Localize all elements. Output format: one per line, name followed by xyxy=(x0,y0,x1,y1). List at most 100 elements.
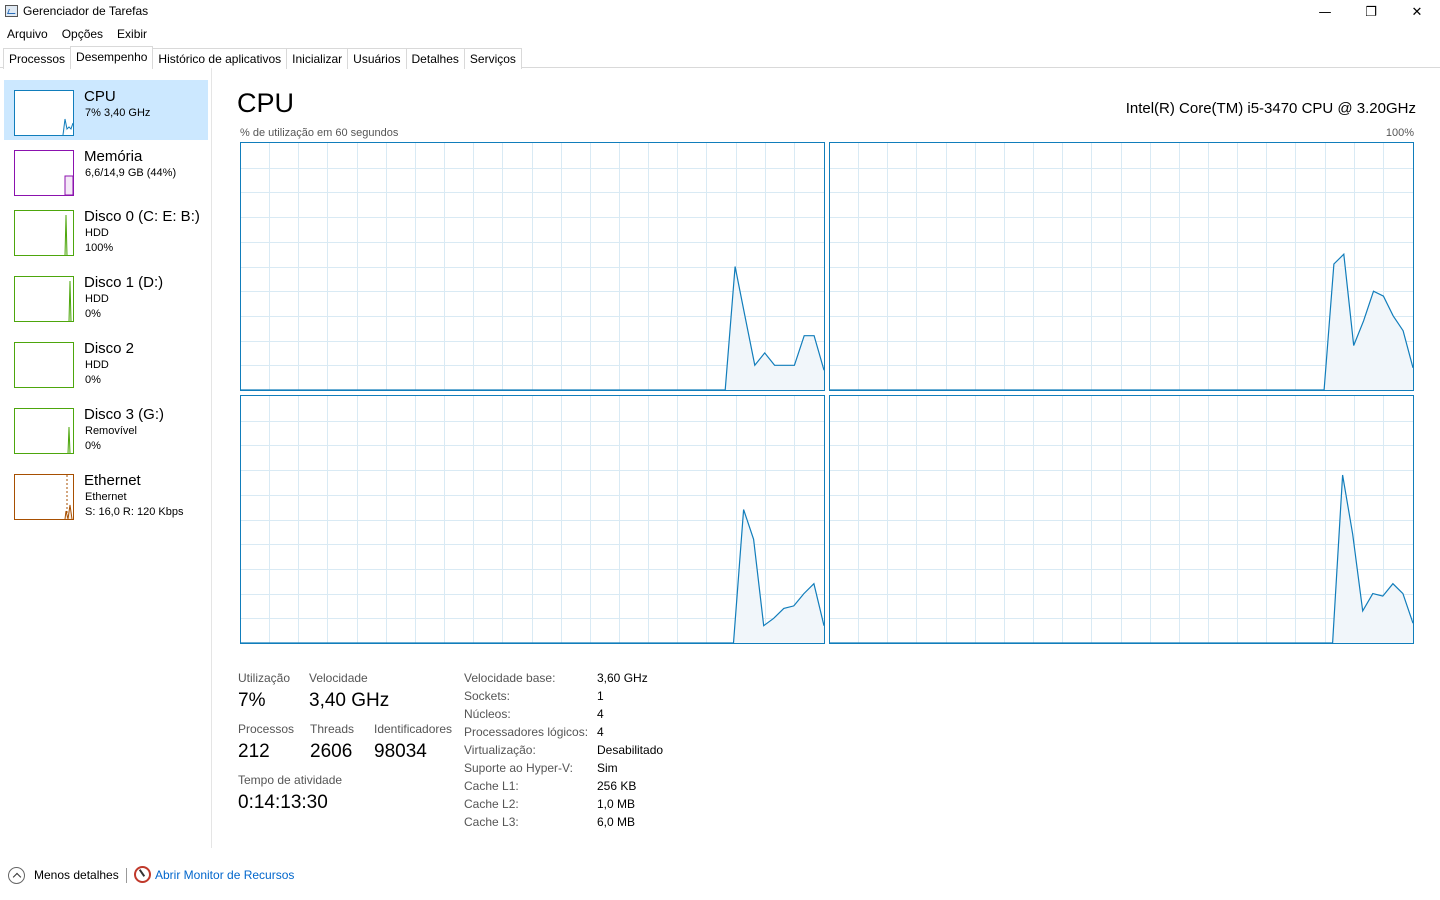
core-graph-svg xyxy=(830,143,1413,390)
open-resource-monitor-link[interactable]: Abrir Monitor de Recursos xyxy=(155,868,294,882)
info-label: Virtualização: xyxy=(464,743,536,757)
speed-label: Velocidade xyxy=(309,671,368,685)
handles-value: 98034 xyxy=(374,741,427,762)
info-label: Suporte ao Hyper-V: xyxy=(464,761,573,775)
memory-thumbnail xyxy=(14,150,74,196)
sidebar-item-detail: 7% 3,40 GHz xyxy=(85,107,151,119)
info-value: 6,0 MB xyxy=(597,815,636,829)
sidebar-item-disco-0[interactable]: Disco 0 (C: E: B:) HDD 100% xyxy=(4,200,208,260)
disk-thumbnail xyxy=(14,342,74,388)
uptime-label: Tempo de atividade xyxy=(238,773,343,787)
tab-bar: Processos Desempenho Histórico de aplica… xyxy=(3,46,522,69)
footer-divider xyxy=(126,868,127,883)
title-bar: Gerenciador de Tarefas — ❐ ✕ xyxy=(0,0,1440,24)
resource-sidebar: CPU 7% 3,40 GHz Memória 6,6/14,9 GB (44%… xyxy=(0,68,212,848)
footer: Menos detalhes Abrir Monitor de Recursos xyxy=(0,860,1440,890)
sidebar-item-detail-2: 0% xyxy=(85,440,101,452)
info-value: 256 KB xyxy=(597,779,637,793)
chevron-up-icon[interactable] xyxy=(8,867,25,884)
core-graph-svg xyxy=(241,143,824,390)
core-graph-svg xyxy=(241,396,824,643)
core-graph-1 xyxy=(829,142,1414,391)
info-value: Desabilitado xyxy=(597,743,664,757)
sidebar-item-detail-2: 0% xyxy=(85,308,101,320)
core-graph-3 xyxy=(829,395,1414,644)
info-label: Cache L1: xyxy=(464,779,519,793)
disk-thumbnail xyxy=(14,276,74,322)
info-value: 4 xyxy=(597,707,604,721)
tab-usuarios[interactable]: Usuários xyxy=(347,48,407,69)
minimize-button[interactable]: — xyxy=(1302,0,1348,24)
close-button[interactable]: ✕ xyxy=(1394,0,1440,24)
sidebar-item-disco-1[interactable]: Disco 1 (D:) HDD 0% xyxy=(4,266,208,326)
ethernet-thumbnail xyxy=(14,474,74,520)
threads-label: Threads xyxy=(310,722,355,736)
info-label: Núcleos: xyxy=(464,707,511,721)
processes-label: Processos xyxy=(238,722,295,736)
sidebar-item-detail: 6,6/14,9 GB (44%) xyxy=(85,167,177,179)
sidebar-item-ethernet[interactable]: Ethernet Ethernet S: 16,0 R: 120 Kbps xyxy=(4,464,208,524)
sidebar-item-title: Disco 3 (G:) xyxy=(84,406,165,423)
sidebar-item-title: Ethernet xyxy=(84,472,141,489)
info-value: 3,60 GHz xyxy=(597,671,648,685)
info-label: Cache L2: xyxy=(464,797,519,811)
sidebar-item-cpu[interactable]: CPU 7% 3,40 GHz xyxy=(4,80,208,140)
disk-thumbnail xyxy=(14,210,74,256)
task-manager-icon xyxy=(5,5,18,17)
page-title: CPU xyxy=(237,88,295,118)
core-graph-0 xyxy=(240,142,825,391)
info-value: 1 xyxy=(597,689,604,703)
disk-thumbnail xyxy=(14,408,74,454)
info-label: Velocidade base: xyxy=(464,671,556,685)
resource-monitor-icon[interactable] xyxy=(134,866,151,883)
sidebar-item-memoria[interactable]: Memória 6,6/14,9 GB (44%) xyxy=(4,140,208,200)
handles-label: Identificadores xyxy=(374,722,453,736)
restore-button[interactable]: ❐ xyxy=(1348,0,1394,24)
info-label: Processadores lógicos: xyxy=(464,725,589,739)
sidebar-item-title: Memória xyxy=(84,148,143,165)
utilization-label: Utilização xyxy=(238,671,291,685)
tab-historico[interactable]: Histórico de aplicativos xyxy=(152,48,288,69)
info-value: Sim xyxy=(597,761,618,775)
tab-desempenho[interactable]: Desempenho xyxy=(70,46,154,69)
graph-caption: % de utilização em 60 segundos xyxy=(240,127,399,139)
info-value: 1,0 MB xyxy=(597,797,636,811)
speed-value: 3,40 GHz xyxy=(309,690,390,711)
info-value: 4 xyxy=(597,725,604,739)
threads-value: 2606 xyxy=(310,741,353,762)
utilization-value: 7% xyxy=(238,690,266,711)
sidebar-item-detail-2: 0% xyxy=(85,374,101,386)
sidebar-item-disco-3[interactable]: Disco 3 (G:) Removível 0% xyxy=(4,398,208,458)
sidebar-item-detail: HDD xyxy=(85,227,109,239)
sidebar-item-detail: Ethernet xyxy=(85,491,127,503)
sidebar-item-detail: HDD xyxy=(85,359,109,371)
window-title: Gerenciador de Tarefas xyxy=(23,4,149,18)
menu-exibir[interactable]: Exibir xyxy=(110,24,154,44)
core-graph-svg xyxy=(830,396,1413,643)
menu-arquivo[interactable]: Arquivo xyxy=(0,24,55,44)
sidebar-item-title: CPU xyxy=(84,88,116,105)
sidebar-item-detail: HDD xyxy=(85,293,109,305)
sidebar-item-title: Disco 0 (C: E: B:) xyxy=(84,208,200,225)
menu-opcoes[interactable]: Opções xyxy=(55,24,110,44)
less-details-button[interactable]: Menos detalhes xyxy=(34,868,119,882)
uptime-value: 0:14:13:30 xyxy=(238,792,328,813)
sidebar-item-detail-2: S: 16,0 R: 120 Kbps xyxy=(85,506,184,518)
tab-inicializar[interactable]: Inicializar xyxy=(286,48,349,69)
sidebar-item-detail-2: 100% xyxy=(85,242,114,254)
cpu-model: Intel(R) Core(TM) i5-3470 CPU @ 3.20GHz xyxy=(1125,100,1416,117)
menu-bar: Arquivo Opções Exibir xyxy=(0,24,154,44)
graph-max-label: 100% xyxy=(1385,127,1414,139)
sidebar-item-title: Disco 2 xyxy=(84,340,135,357)
processes-value: 212 xyxy=(238,741,270,762)
sidebar-item-title: Disco 1 (D:) xyxy=(84,274,164,291)
tab-detalhes[interactable]: Detalhes xyxy=(405,48,465,69)
tab-processos[interactable]: Processos xyxy=(3,48,72,69)
info-label: Sockets: xyxy=(464,689,511,703)
core-graph-2 xyxy=(240,395,825,644)
info-label: Cache L3: xyxy=(464,815,519,829)
sidebar-item-disco-2[interactable]: Disco 2 HDD 0% xyxy=(4,332,208,392)
sidebar-item-detail: Removível xyxy=(85,425,137,437)
cpu-thumbnail xyxy=(14,90,74,136)
tab-servicos[interactable]: Serviços xyxy=(463,48,522,69)
